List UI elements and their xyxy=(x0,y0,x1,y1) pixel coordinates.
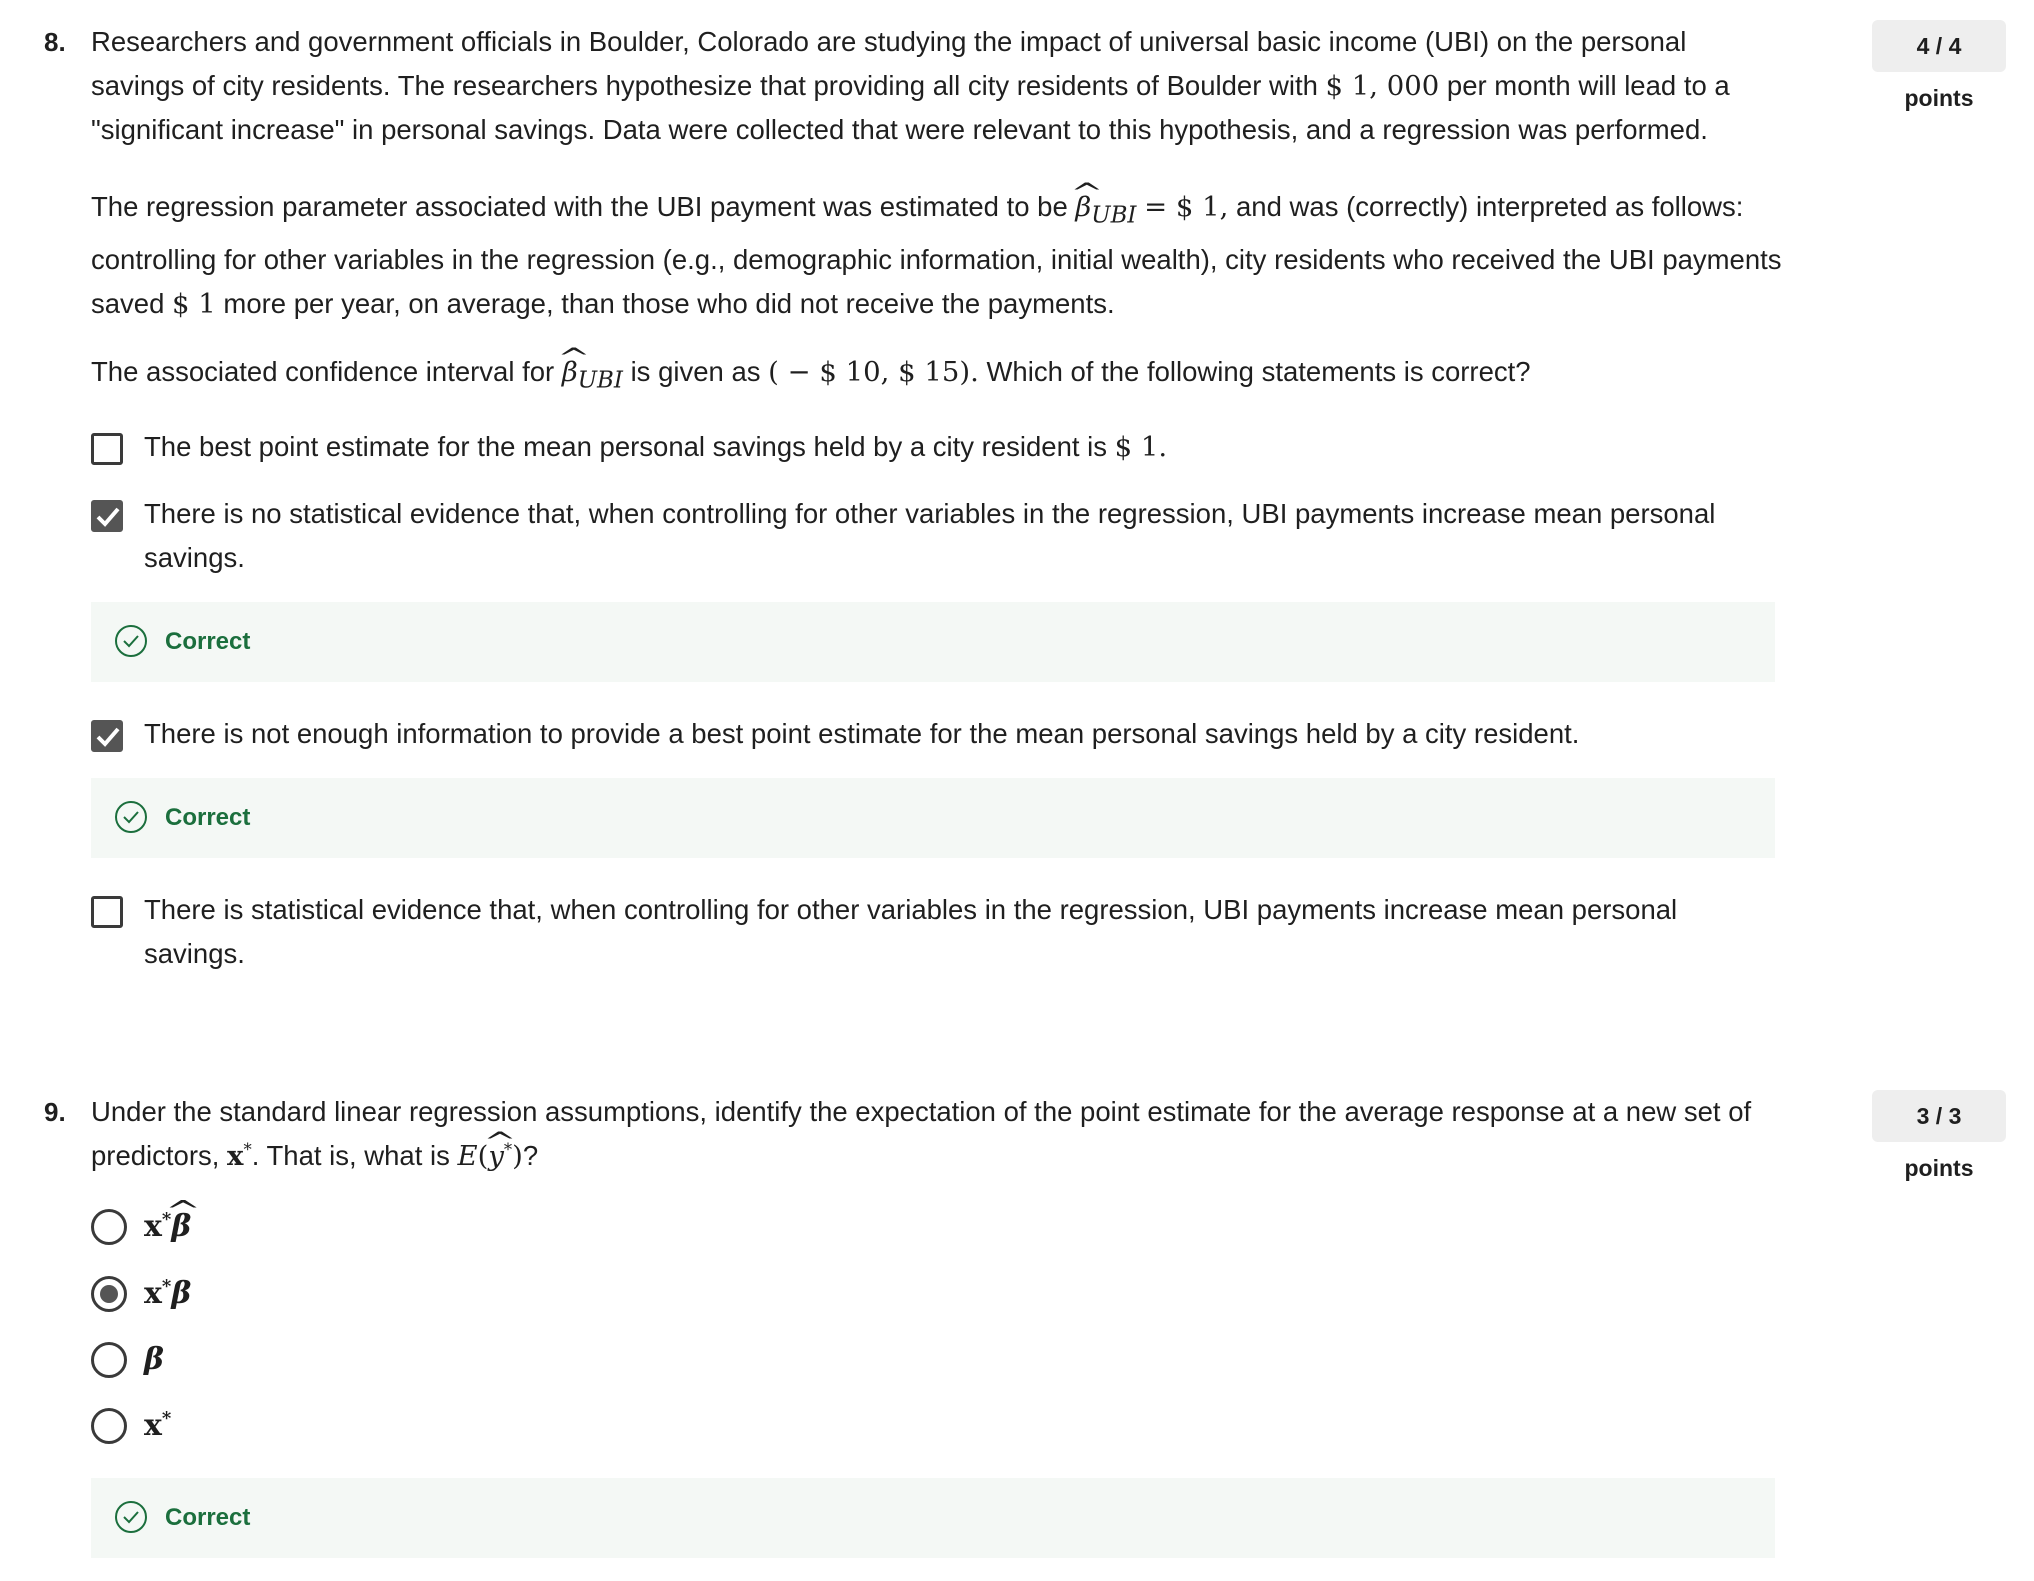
radio-label: β xyxy=(144,1338,164,1382)
confidence-interval: ( − $ 10, $ 15). xyxy=(768,356,979,388)
feedback-correct: Correct xyxy=(91,602,1775,682)
feedback-label: Correct xyxy=(165,628,251,655)
feedback-correct: Correct xyxy=(91,778,1775,858)
radio-button[interactable] xyxy=(91,1408,127,1444)
para2-text: The regression parameter associated with… xyxy=(91,191,1068,222)
points-badge: 3 / 3 points xyxy=(1872,1090,2006,1181)
e-symbol: E xyxy=(457,1140,478,1172)
beta-symbol: β xyxy=(562,350,578,394)
expectation: E(y*) xyxy=(458,1140,523,1172)
radio-option-2[interactable]: x*β xyxy=(91,1272,1791,1316)
beta-symbol: β xyxy=(171,1205,191,1249)
beta-symbol: β xyxy=(171,1276,192,1311)
feedback-correct: Correct xyxy=(91,1478,1775,1558)
y-symbol: y xyxy=(488,1134,504,1178)
check-icon xyxy=(96,507,120,527)
checkbox[interactable] xyxy=(91,896,123,928)
radio-label: x* xyxy=(144,1408,172,1443)
option-4[interactable]: There is statistical evidence that, when… xyxy=(91,888,1791,976)
radio-button[interactable] xyxy=(91,1342,127,1378)
radio-label: x*β xyxy=(144,1276,192,1311)
check-icon xyxy=(96,727,120,747)
check-circle-icon xyxy=(115,1501,147,1533)
option-label: The best point estimate for the mean per… xyxy=(144,425,1784,469)
para2-text-c: more per year, on average, than those wh… xyxy=(223,287,1115,319)
radio-button[interactable] xyxy=(91,1209,127,1245)
beta-ubi: βUBI xyxy=(1075,191,1136,229)
option-1[interactable]: The best point estimate for the mean per… xyxy=(91,425,1791,469)
x-star: x* xyxy=(227,1139,252,1172)
beta-symbol: β xyxy=(1075,185,1091,229)
option-label: There is not enough information to provi… xyxy=(144,718,1580,749)
radio-option-4[interactable]: x* xyxy=(91,1404,1791,1448)
checkbox-checked[interactable] xyxy=(91,720,123,752)
question-paragraph-3: The associated confidence interval for β… xyxy=(91,350,1791,403)
prompt-money: $ 1, 000 xyxy=(1325,70,1440,102)
check-circle-icon xyxy=(115,625,147,657)
option-money: $ 1. xyxy=(1114,431,1168,463)
points-badge: 4 / 4 points xyxy=(1872,20,2006,111)
option-3[interactable]: There is not enough information to provi… xyxy=(91,712,1791,756)
option-2[interactable]: There is no statistical evidence that, w… xyxy=(91,492,1791,580)
para3-text-c: Which of the following statements is cor… xyxy=(986,356,1531,387)
radio-label: x*β xyxy=(144,1205,191,1249)
para2-money: $ 1 xyxy=(172,287,216,320)
question-number: 9. xyxy=(44,1097,66,1127)
radio-option-3[interactable]: β xyxy=(91,1338,1791,1382)
option-label: There is statistical evidence that, when… xyxy=(144,894,1678,969)
para3-text: The associated confidence interval for xyxy=(91,356,555,387)
x-symbol: x xyxy=(144,1276,162,1311)
beta-value: = $ 1, xyxy=(1144,191,1229,223)
question-paragraph-2: The regression parameter associated with… xyxy=(91,185,1791,326)
para3-text-b: is given as xyxy=(630,356,761,387)
feedback-label: Correct xyxy=(165,804,251,831)
feedback-label: Correct xyxy=(165,1504,251,1531)
x-symbol: x xyxy=(227,1140,244,1172)
prompt-text-c: ? xyxy=(522,1140,539,1171)
beta-ubi: βUBI xyxy=(562,356,623,394)
beta-symbol: β xyxy=(144,1342,164,1377)
question-number: 8. xyxy=(44,27,66,57)
question-prompt: Under the standard linear regression ass… xyxy=(91,1090,1781,1178)
option-label: There is no statistical evidence that, w… xyxy=(144,498,1716,573)
check-circle-icon xyxy=(115,801,147,833)
x-symbol: x xyxy=(144,1209,162,1244)
option-text: The best point estimate for the mean per… xyxy=(144,431,1108,462)
radio-option-1[interactable]: x*β xyxy=(91,1205,1791,1249)
checkbox-checked[interactable] xyxy=(91,500,123,532)
question-prompt: Researchers and government officials in … xyxy=(91,20,1781,152)
prompt-text-b: . That is, what is xyxy=(251,1140,450,1171)
radio-button-selected[interactable] xyxy=(91,1276,127,1312)
x-symbol: x xyxy=(144,1408,162,1443)
checkbox[interactable] xyxy=(91,433,123,465)
